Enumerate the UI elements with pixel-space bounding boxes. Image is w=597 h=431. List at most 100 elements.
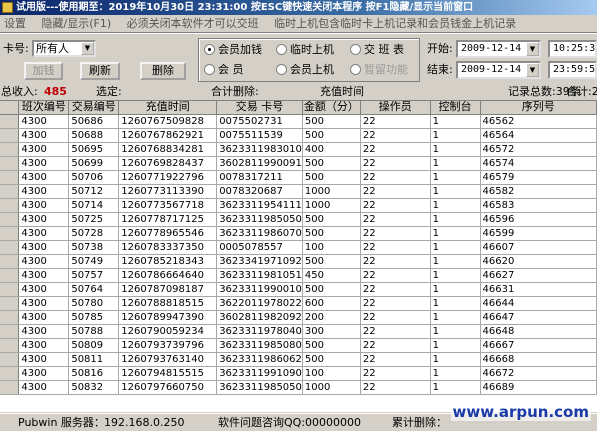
menu-shift-notice[interactable]: 必须关闭本软件才可以交班: [127, 15, 259, 32]
table-cell: 400: [302, 142, 361, 157]
start-time-field[interactable]: 10:25:35: [548, 40, 597, 58]
table-cell: 4300: [18, 310, 70, 325]
radio-label: 会员加钱: [218, 43, 262, 56]
table-cell: 4300: [18, 380, 70, 395]
table-cell: 500: [302, 338, 361, 353]
radio-temp-login[interactable]: 临时上机: [276, 43, 334, 57]
column-header[interactable]: 交易 卡号: [216, 101, 303, 115]
column-header[interactable]: 班次编号: [18, 101, 70, 115]
total-label: 合计:2: [566, 85, 597, 98]
radio-dot-icon: [350, 64, 361, 75]
add-money-button[interactable]: 加钱: [24, 62, 63, 80]
table-cell: 46607: [480, 240, 597, 255]
radio-member-recharge[interactable]: 会员加钱: [204, 43, 262, 57]
table-cell: 46599: [480, 226, 597, 241]
table-cell: 50699: [68, 156, 120, 171]
column-header[interactable]: 操作员: [360, 101, 431, 115]
table-cell: 3623311981051: [216, 268, 303, 283]
refresh-button[interactable]: 刷新: [80, 62, 120, 80]
table-row[interactable]: 4300 50816 1260794815515 3623311991090 100 22…: [0, 366, 597, 381]
table-row[interactable]: 4300 50809 1260793739796 3623311985080 500 22…: [0, 338, 597, 353]
selected-label: 选定:: [96, 85, 122, 98]
table-cell: 1260773113390: [118, 184, 218, 199]
table-cell: 50749: [68, 254, 120, 269]
table-cell: 3623311985050: [216, 380, 303, 395]
menu-settings[interactable]: 设置: [4, 15, 26, 32]
table-row[interactable]: 4300 50714 1260773567718 3623311954111 1000 2…: [0, 198, 597, 213]
start-date-picker[interactable]: 2009-12-14 ▼: [456, 40, 541, 58]
row-indicator: [0, 366, 20, 381]
table-cell: 50780: [68, 296, 120, 311]
table-cell: 3623311983010: [216, 142, 303, 157]
table-row[interactable]: 4300 50699 1260769828437 3602811990091 500 22…: [0, 156, 597, 171]
table-row[interactable]: 4300 50712 1260773113390 0078320687 1000 22 1 4…: [0, 184, 597, 199]
table-row[interactable]: 4300 50764 1260787098187 3623311990010 500 22…: [0, 282, 597, 297]
table-cell: 200: [302, 310, 361, 325]
table-cell: 500: [302, 128, 361, 143]
table-row[interactable]: 4300 50780 1260788818515 3622011978022 600 22…: [0, 296, 597, 311]
column-header[interactable]: 交易编号: [68, 101, 120, 115]
table-cell: 1: [430, 142, 481, 157]
column-header[interactable]: 控制台: [430, 101, 481, 115]
table-row[interactable]: 4300 50706 1260771922796 0078317211 500 22 1 46…: [0, 170, 597, 185]
end-date-picker[interactable]: 2009-12-14 ▼: [456, 61, 541, 79]
records-table[interactable]: 班次编号 交易编号 充值时间 交易 卡号 金额（分） 操作员 控制台 序列号 4…: [0, 100, 597, 412]
start-label: 开始:: [427, 42, 453, 55]
chevron-down-icon[interactable]: ▼: [526, 63, 539, 77]
table-cell: 1: [430, 324, 481, 339]
table-cell: 300: [302, 324, 361, 339]
table-cell: 50764: [68, 282, 120, 297]
title-bar: 试用版---使用期至：2019年10月30日 23:31:00 按ESC键快速关…: [0, 0, 597, 15]
table-row[interactable]: 4300 50757 1260786664640 3623311981051 450 22…: [0, 268, 597, 283]
card-select[interactable]: 所有人 ▼: [32, 40, 96, 57]
table-row[interactable]: 4300 50749 1260785218343 3623341971092 500 22…: [0, 254, 597, 269]
table-row[interactable]: 4300 50811 1260793763140 3623311986062 500 22…: [0, 352, 597, 367]
column-header[interactable]: 充值时间: [118, 101, 218, 115]
end-time-field[interactable]: 23:59:59: [548, 61, 597, 79]
row-indicator: [0, 240, 20, 255]
table-cell: 50706: [68, 170, 120, 185]
radio-member[interactable]: 会 员: [204, 63, 244, 77]
table-cell: 22: [360, 254, 431, 269]
radio-member-login[interactable]: 会员上机: [276, 63, 334, 77]
table-cell: 3602811982092: [216, 310, 303, 325]
table-row[interactable]: 4300 50832 1260797660750 3623311985050 1000 2…: [0, 380, 597, 395]
table-row[interactable]: 4300 50738 1260783337350 0005078557 100 22 1 46…: [0, 240, 597, 255]
window-title: 试用版---使用期至：2019年10月30日 23:31:00 按ESC键快速关…: [16, 2, 474, 13]
table-cell: 22: [360, 268, 431, 283]
app-icon: [2, 2, 13, 13]
delete-button[interactable]: 删除: [140, 62, 186, 80]
table-row[interactable]: 4300 50695 1260768834281 3623311983010 400 22…: [0, 142, 597, 157]
table-cell: 50738: [68, 240, 120, 255]
chevron-down-icon[interactable]: ▼: [81, 42, 94, 55]
column-header[interactable]: 序列号: [480, 101, 597, 115]
row-indicator: [0, 170, 20, 185]
table-row[interactable]: 4300 50785 1260789947390 3602811982092 200 22…: [0, 310, 597, 325]
table-cell: 1260771922796: [118, 170, 218, 185]
menu-temp-login-notice[interactable]: 临时上机包含临时卡上机记录和会员钱金上机记录: [274, 15, 516, 32]
divider: [0, 32, 597, 34]
radio-label: 临时上机: [290, 43, 334, 56]
end-label: 结束:: [427, 63, 453, 76]
table-row[interactable]: 4300 50688 1260767862921 0075511539 500 22 1 46…: [0, 128, 597, 143]
radio-shift-report[interactable]: 交 班 表: [350, 43, 404, 57]
table-cell: 0078320687: [216, 184, 303, 199]
table-cell: 1260778965546: [118, 226, 218, 241]
column-header[interactable]: 金额（分）: [302, 101, 361, 115]
radio-dot-icon: [350, 44, 361, 55]
table-row[interactable]: 4300 50725 1260778717125 3623311985050 500 22…: [0, 212, 597, 227]
table-cell: 22: [360, 170, 431, 185]
table-row[interactable]: 4300 50686 1260767509828 0075502731 500 22 1 46…: [0, 114, 597, 129]
table-cell: 46689: [480, 380, 597, 395]
table-cell: 50809: [68, 338, 120, 353]
radio-label: 会员上机: [290, 63, 334, 76]
menu-toggle-visibility[interactable]: 隐藏/显示(F1): [42, 15, 112, 32]
table-cell: 46667: [480, 338, 597, 353]
table-row[interactable]: 4300 50788 1260790059234 3623311978040 300 22…: [0, 324, 597, 339]
table-cell: 1260769828437: [118, 156, 218, 171]
table-row[interactable]: 4300 50728 1260778965546 3623311986070 500 22…: [0, 226, 597, 241]
table-cell: 50832: [68, 380, 120, 395]
chevron-down-icon[interactable]: ▼: [526, 42, 539, 56]
table-cell: 1260787098187: [118, 282, 218, 297]
table-cell: 4300: [18, 184, 70, 199]
